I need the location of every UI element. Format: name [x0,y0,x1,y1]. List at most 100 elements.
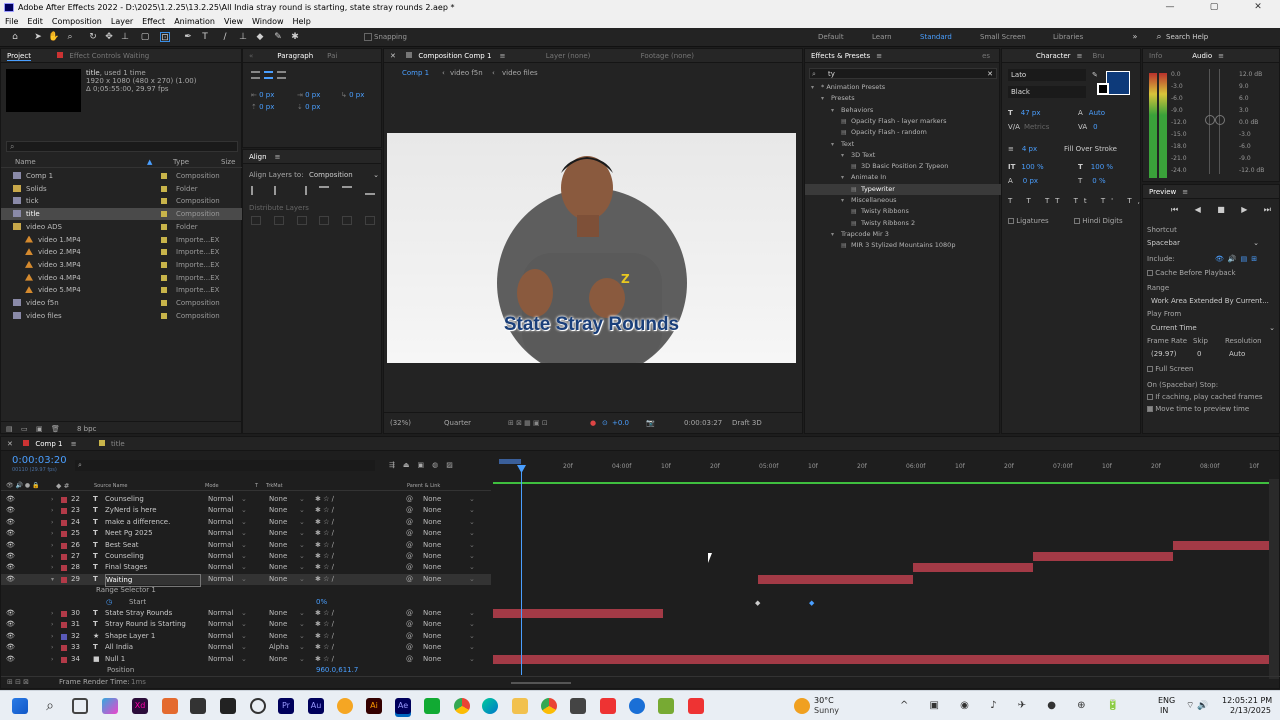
rotate-tool-icon[interactable]: ↻ [88,32,98,42]
new-folder-icon[interactable]: ▭ [21,423,28,435]
cached-frames-checkbox[interactable]: If caching, play cached frames [1147,391,1263,403]
shortcut-dropdown[interactable]: Spacebar ⌄ [1147,237,1259,249]
stroke-width-field[interactable]: ≡ 4 px [1008,143,1037,155]
property-name[interactable]: Start [129,597,146,608]
mask-tool-icon[interactable]: ▢ [140,32,150,42]
menu-effect[interactable]: Effect [142,15,165,28]
layer-trkmat-dropdown[interactable]: None [269,608,287,619]
layer-switches[interactable]: ✱ ☆ ∕ [315,642,334,653]
project-item[interactable]: video 1.MP4 Importe...EX [1,234,243,246]
pickwhip-icon[interactable]: @ [406,631,413,642]
label-color-swatch[interactable] [161,312,167,319]
property-value[interactable]: 960.0,611.7 [316,665,358,676]
app-icon[interactable] [250,698,266,714]
current-time-display[interactable]: 0:00:03:27 [684,417,722,429]
app-icon[interactable] [688,698,704,714]
layer-switches[interactable]: ✱ ☆ ∕ [315,608,334,619]
effects-tree-item[interactable]: ▤ MIR 3 Stylized Mountains 1080p [805,240,1001,251]
col-trkmat[interactable]: TrkMat [266,480,283,492]
project-item[interactable]: video 5.MP4 Importe...EX [1,284,243,296]
distribute-top-button[interactable] [251,216,261,225]
layer-name[interactable]: Final Stages [105,562,201,573]
app-icon[interactable] [424,698,440,714]
selection-tool-icon[interactable]: ➤ [33,32,43,42]
app-icon[interactable] [658,698,674,714]
layer-switches[interactable]: ✱ ☆ ∕ [315,551,334,562]
col-type[interactable]: Type [173,157,189,169]
align-bottom-edges-button[interactable] [364,186,375,195]
layer-row[interactable]: 👁 › 34 ■ Null 1 Normal ⌄ None ⌄ ✱ ☆ ∕ @ None ⌄ [1,654,491,665]
type-tool-icon[interactable]: T [200,32,210,42]
layer-mode-dropdown[interactable]: Normal [208,528,233,539]
tab-paint[interactable]: Pai [327,52,337,60]
layer-parent-dropdown[interactable]: None [423,631,441,642]
distribute-h-center-button[interactable] [342,216,353,225]
layer-trkmat-dropdown[interactable]: None [269,631,287,642]
fill-color-swatch[interactable] [1106,71,1130,95]
layer-switches[interactable]: ✱ ☆ ∕ [315,631,334,642]
keyframe-icon[interactable]: ◆ [755,599,760,607]
visibility-eye-icon[interactable]: 👁 [6,654,15,665]
hand-tool-icon[interactable]: ✋ [48,32,59,42]
layer-mode-dropdown[interactable]: Normal [208,494,233,505]
workspace-menu-icon[interactable]: » [1130,32,1140,42]
visibility-eye-icon[interactable]: 👁 [6,574,15,585]
layer-label-color[interactable] [61,656,67,663]
distribute-left-button[interactable] [319,216,330,225]
effects-tree-item[interactable]: ▾ 3D Text [805,150,1001,161]
layer-duration-bar[interactable] [1033,552,1173,561]
visibility-eye-icon[interactable]: 👁 [6,528,15,539]
weather-desc[interactable]: Sunny [814,705,839,717]
expand-arrow-icon[interactable]: › [51,654,53,665]
roto-tool-icon[interactable]: ✎ [273,32,283,42]
layer-name[interactable]: Shape Layer 1 [105,631,201,642]
font-style-dropdown[interactable]: Black [1008,86,1086,98]
search-icon[interactable]: ⌕ [42,698,58,714]
label-color-swatch[interactable] [161,274,167,281]
copilot-icon[interactable] [102,698,118,714]
align-right-edges-button[interactable] [297,186,307,195]
last-frame-button[interactable]: ⏭ [1264,205,1271,215]
stroke-mode-dropdown[interactable]: Fill Over Stroke [1064,143,1117,155]
layer-parent-dropdown[interactable]: None [423,619,441,630]
layer-name[interactable]: Best Seat [105,540,201,551]
visibility-eye-icon[interactable]: 👁 [6,551,15,562]
layer-trkmat-dropdown[interactable]: None [269,562,287,573]
audition-icon[interactable]: Au [308,698,324,714]
property-row[interactable]: Range Selector 1 [1,585,491,596]
effects-tree-item[interactable]: ▾ Animate In [805,172,1001,183]
layer-row[interactable]: 👁 › 30 T State Stray Rounds Normal ⌄ None ⌄ ✱ ☆ ∕… [1,608,491,619]
eyedropper-icon[interactable]: ✎ [1092,69,1098,81]
effects-tree-item[interactable]: ▤ Opacity Flash - random [805,127,1001,138]
expand-arrow-icon[interactable]: › [51,494,53,505]
layer-switches[interactable]: ✱ ☆ ∕ [315,505,334,516]
label-color-swatch[interactable] [161,261,167,268]
expand-arrow-icon[interactable]: › [51,631,53,642]
tab-preview[interactable]: Preview [1149,188,1176,196]
app-icon[interactable] [190,698,206,714]
layer-mode-dropdown[interactable]: Normal [208,654,233,665]
snapshot-icon[interactable]: 📷 [646,417,655,429]
layer-trkmat-dropdown[interactable]: None [269,619,287,630]
expand-arrow-icon[interactable]: › [51,642,53,653]
layer-name[interactable]: Null 1 [105,654,201,665]
indent-left-field[interactable]: ⇤ 0 px [251,89,274,101]
effects-tree-item[interactable]: ▾ Behaviors [805,105,1001,116]
anchor-tool-icon[interactable]: ⊥ [120,32,130,42]
layer-switches[interactable]: ✱ ☆ ∕ [315,540,334,551]
stop-button[interactable]: ■ [1217,205,1225,215]
chrome-icon[interactable] [454,698,470,714]
menu-layer[interactable]: Layer [111,15,133,28]
pickwhip-icon[interactable]: @ [406,505,413,516]
layer-name[interactable]: All India [105,642,201,653]
layer-mode-dropdown[interactable]: Normal [208,562,233,573]
layer-label-color[interactable] [61,554,67,560]
workspace-standard[interactable]: Standard [920,33,952,41]
leading-field[interactable]: A Auto [1078,107,1105,119]
layer-row[interactable]: 👁 › 33 T All India Normal ⌄ Alpha ⌄ ✱ ☆ ∕ @ None ⌄ [1,642,491,653]
layer-switches[interactable]: ✱ ☆ ∕ [315,494,334,505]
property-row[interactable]: ◷ Start 0% [1,597,491,608]
layer-label-color[interactable] [61,519,67,526]
timeline-search-input[interactable]: ⌕ [75,460,375,471]
layer-trkmat-dropdown[interactable]: None [269,574,287,585]
